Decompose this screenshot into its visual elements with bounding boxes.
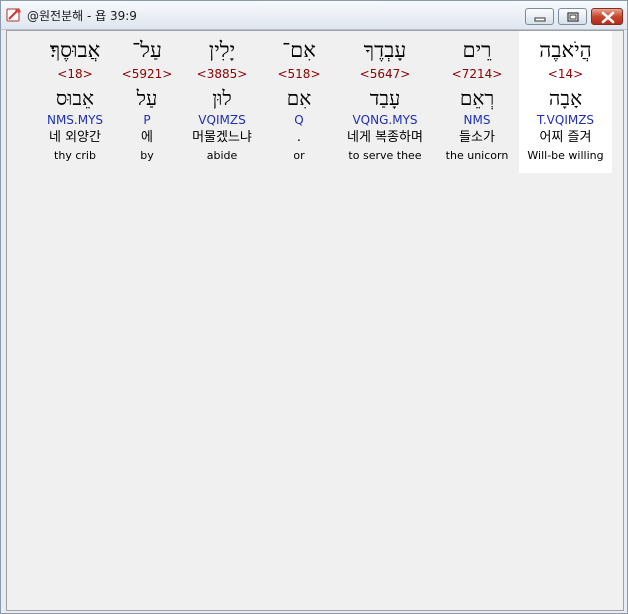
- hebrew-root: עָבַד: [369, 86, 401, 110]
- hebrew-word: עָבְדֶךָ: [363, 38, 407, 62]
- close-icon: [601, 11, 615, 24]
- app-icon[interactable]: [6, 7, 22, 23]
- english-gloss: by: [140, 149, 154, 162]
- hebrew-word: הֲיֹאבֶה: [539, 38, 592, 62]
- strong-number[interactable]: <3885>: [182, 67, 262, 81]
- hebrew-root: אָבָה: [548, 86, 583, 110]
- minimize-button[interactable]: [525, 8, 554, 25]
- hebrew-root: עַל: [136, 86, 158, 110]
- hebrew-word: עַל־: [132, 38, 162, 62]
- hebrew-root: אִם: [286, 86, 312, 110]
- word-column[interactable]: אִם־ <518> אִם Q . or: [272, 31, 326, 173]
- minimize-icon: [534, 17, 546, 22]
- hebrew-word: אֲבוּסֶךָ׃: [49, 38, 101, 62]
- morphology-code: NMS.MYS: [46, 113, 104, 127]
- hebrew-root: רְאֵם: [459, 86, 495, 110]
- morphology-code: T.VQIMZS: [536, 113, 595, 127]
- english-gloss: abide: [206, 149, 238, 162]
- morphology-code: VQNG.MYS: [352, 113, 418, 127]
- strong-number[interactable]: <14>: [519, 67, 612, 81]
- korean-gloss: 어찌 즐겨: [539, 130, 592, 145]
- title-bar[interactable]: @원전분해 - 욥 39:9: [1, 1, 627, 30]
- korean-gloss: .: [296, 130, 302, 145]
- strong-number[interactable]: <7214>: [442, 67, 512, 81]
- english-gloss: Will-be willing: [527, 149, 604, 162]
- morphology-code: VQIMZS: [198, 113, 246, 127]
- hebrew-root: לוּן: [212, 86, 232, 110]
- hebrew-word: יָלִין: [208, 38, 236, 62]
- word-column[interactable]: הֲיֹאבֶה <14> אָבָה T.VQIMZS 어찌 즐겨 Will-…: [519, 31, 612, 173]
- word-column[interactable]: עַל־ <5921> עַל P 에 by: [121, 31, 173, 173]
- word-column[interactable]: יָלִין <3885> לוּן VQIMZS 머물겠느냐 abide: [182, 31, 262, 173]
- hebrew-word: רֵים: [462, 38, 492, 62]
- english-gloss: or: [293, 149, 305, 162]
- english-gloss: to serve thee: [348, 149, 422, 162]
- korean-gloss: 들소가: [459, 130, 495, 145]
- korean-gloss: 네게 복종하며: [347, 130, 423, 145]
- strong-number[interactable]: <5921>: [121, 67, 173, 81]
- app-window: @원전분해 - 욥 39:9 הֲיֹאבֶה <14> אָבָה T.VQI…: [0, 0, 628, 614]
- hebrew-root: אֵבוּס: [55, 86, 95, 110]
- strong-number[interactable]: <518>: [272, 67, 326, 81]
- close-button[interactable]: [591, 8, 623, 25]
- hebrew-word: אִם־: [282, 38, 316, 62]
- word-column[interactable]: אֲבוּסֶךָ׃ <18> אֵבוּס NMS.MYS 네 외양간 thy…: [35, 31, 115, 173]
- maximize-button[interactable]: [558, 8, 587, 25]
- restore-icon: [567, 12, 579, 22]
- korean-gloss: 에: [141, 130, 153, 145]
- window-title: @원전분해 - 욥 39:9: [27, 9, 137, 23]
- english-gloss: the unicorn: [445, 149, 509, 162]
- verse-word-row: הֲיֹאבֶה <14> אָבָה T.VQIMZS 어찌 즐겨 Will-…: [7, 31, 623, 176]
- word-column[interactable]: עָבְדֶךָ <5647> עָבַד VQNG.MYS 네게 복종하며 t…: [337, 31, 433, 173]
- korean-gloss: 네 외양간: [49, 130, 101, 145]
- word-column[interactable]: רֵים <7214> רְאֵם NMS 들소가 the unicorn: [442, 31, 512, 173]
- strong-number[interactable]: <5647>: [337, 67, 433, 81]
- verse-analysis-pane: הֲיֹאבֶה <14> אָבָה T.VQIMZS 어찌 즐겨 Will-…: [6, 30, 624, 611]
- morphology-code: P: [143, 113, 151, 127]
- morphology-code: Q: [294, 113, 304, 127]
- korean-gloss: 머물겠느냐: [192, 130, 252, 145]
- english-gloss: thy crib: [54, 149, 96, 162]
- morphology-code: NMS: [463, 113, 491, 127]
- strong-number[interactable]: <18>: [35, 67, 115, 81]
